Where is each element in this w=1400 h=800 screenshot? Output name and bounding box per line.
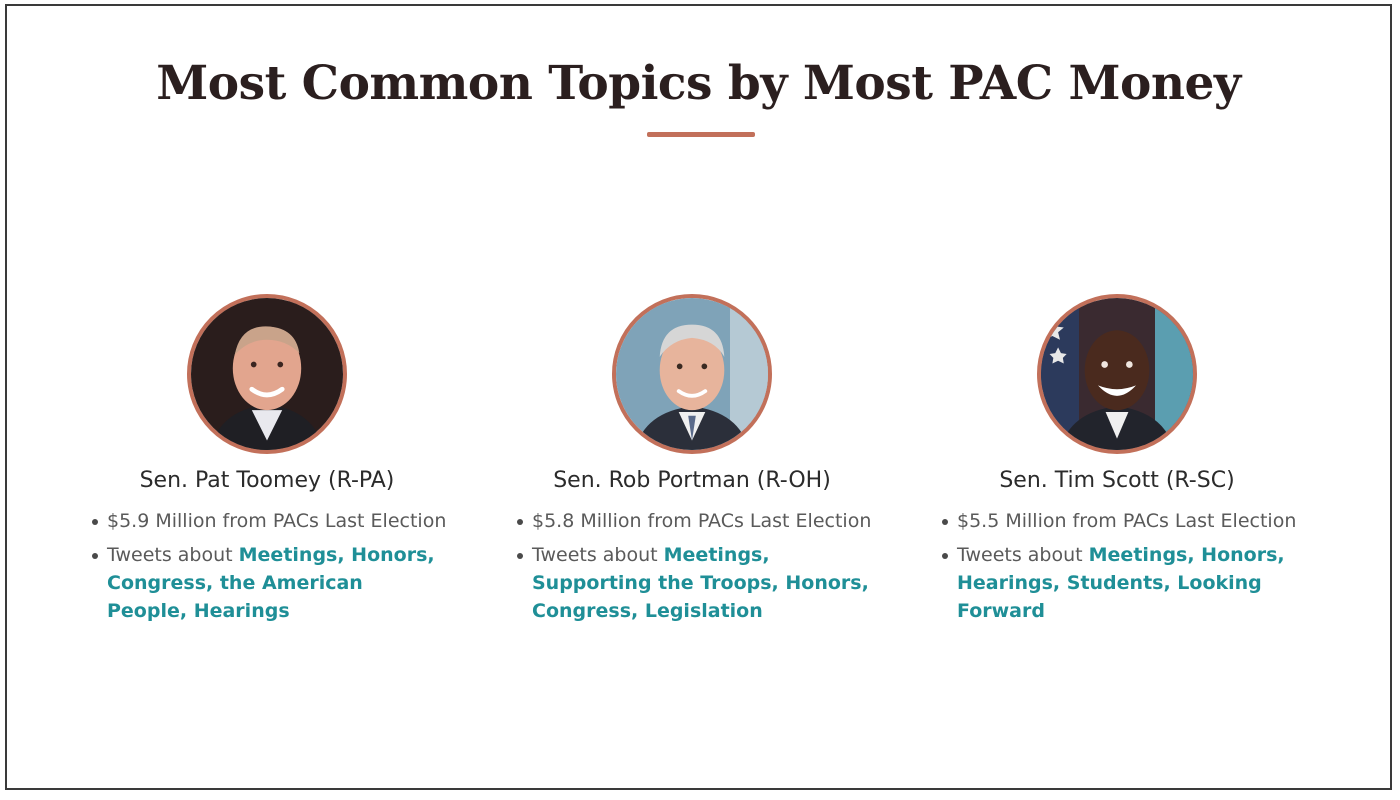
senator-avatar [612, 294, 772, 454]
tweets-prefix: Tweets about [957, 544, 1089, 566]
pac-money-item: $5.5 Million from PACs Last Election [942, 507, 1297, 535]
pac-money-item: $5.8 Million from PACs Last Election [517, 507, 872, 535]
senator-avatar [187, 294, 347, 454]
senator-name: Sen. Tim Scott (R-SC) [999, 468, 1235, 493]
tweet-topics-item: Tweets about Meetings, Supporting the Tr… [517, 541, 872, 625]
pac-money-item: $5.9 Million from PACs Last Election [92, 507, 447, 535]
senator-facts: $5.9 Million from PACs Last Election Twe… [87, 507, 447, 625]
tweets-prefix: Tweets about [532, 544, 664, 566]
page-title: Most Common Topics by Most PAC Money [156, 56, 1241, 111]
senator-name: Sen. Pat Toomey (R-PA) [139, 468, 395, 493]
tweets-prefix: Tweets about [107, 544, 239, 566]
portrait-icon [616, 298, 768, 450]
senator-avatar [1037, 294, 1197, 454]
senator-card: Sen. Pat Toomey (R-PA) $5.9 Million from… [87, 294, 447, 631]
portrait-icon [1041, 298, 1193, 450]
senator-card: Sen. Tim Scott (R-SC) $5.5 Million from … [937, 294, 1297, 631]
senator-name: Sen. Rob Portman (R-OH) [553, 468, 831, 493]
senator-card: Sen. Rob Portman (R-OH) $5.8 Million fro… [512, 294, 872, 631]
senator-facts: $5.5 Million from PACs Last Election Twe… [937, 507, 1297, 625]
title-underline [647, 132, 755, 137]
slide-frame: Most Common Topics by Most PAC Money Sen… [5, 4, 1392, 790]
tweet-topics-item: Tweets about Meetings, Honors, Congress,… [92, 541, 447, 625]
senator-facts: $5.8 Million from PACs Last Election Twe… [512, 507, 872, 625]
portrait-icon [191, 298, 343, 450]
tweet-topics-item: Tweets about Meetings, Honors, Hearings,… [942, 541, 1297, 625]
